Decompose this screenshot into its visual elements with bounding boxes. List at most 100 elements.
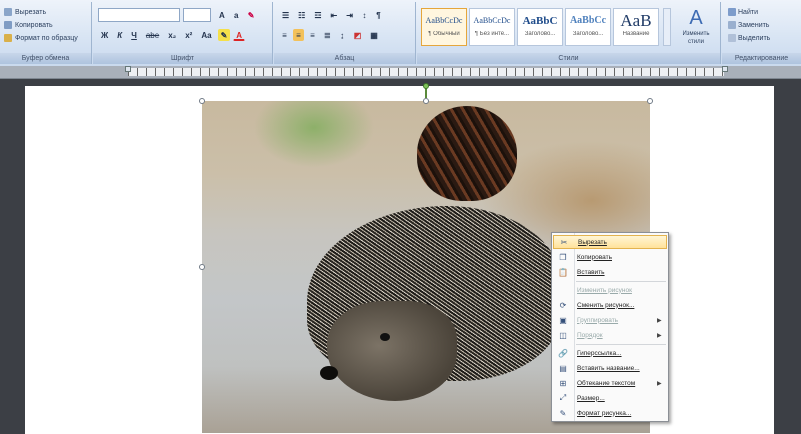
bold-button[interactable]: Ж bbox=[98, 29, 111, 41]
clipboard-group: Вырезать Копировать Формат по образцу Бу… bbox=[0, 2, 92, 64]
underline-button[interactable]: Ч bbox=[128, 29, 140, 41]
context-menu-item-label: Гиперссылка... bbox=[577, 349, 622, 357]
show-marks-button[interactable]: ¶ bbox=[373, 9, 384, 21]
grow-font-button[interactable]: A bbox=[216, 9, 228, 21]
align-center-button[interactable]: ≡ bbox=[293, 29, 304, 41]
font-name-field[interactable] bbox=[98, 8, 180, 22]
select-button[interactable]: Выделить bbox=[728, 32, 799, 44]
paragraph-group-label: Абзац bbox=[274, 53, 415, 64]
numbering-button[interactable]: ☷ bbox=[295, 9, 308, 21]
copy-icon: ❐ bbox=[559, 252, 567, 262]
change-styles-button[interactable]: A Изменить стили bbox=[675, 6, 717, 50]
line-spacing-button[interactable]: ↨ bbox=[337, 29, 348, 41]
multilevel-list-button[interactable]: ☲ bbox=[311, 9, 324, 21]
copy-button[interactable]: Копировать bbox=[4, 19, 53, 31]
style-no-spacing[interactable]: AaBbCcDc ¶ Без инте... bbox=[469, 8, 515, 46]
group-icon: ▣ bbox=[559, 315, 567, 325]
italic-button[interactable]: К bbox=[114, 29, 125, 41]
clipboard-group-label: Буфер обмена bbox=[0, 53, 91, 64]
align-left-button[interactable]: ≡ bbox=[279, 29, 290, 41]
context-menu: ✂ Вырезать ❐ Копировать 📋 Вставить Изменить ри… bbox=[551, 232, 669, 422]
style-normal[interactable]: AaBbCcDc ¶ Обычный bbox=[421, 8, 467, 46]
strikethrough-button[interactable]: abe bbox=[143, 29, 162, 41]
hedgehog-nose bbox=[320, 366, 338, 380]
cut-icon bbox=[4, 8, 12, 16]
submenu-arrow-icon: ▶ bbox=[657, 332, 662, 339]
resize-handle-top[interactable] bbox=[423, 98, 429, 104]
context-menu-item-paste[interactable]: 📋 Вставить bbox=[553, 265, 667, 279]
shading-button[interactable]: ◩ bbox=[351, 29, 365, 41]
resize-handle-top-right[interactable] bbox=[647, 98, 653, 104]
context-menu-item-label: Формат рисунка... bbox=[577, 409, 632, 417]
sort-icon: ↕ bbox=[362, 11, 367, 20]
horizontal-ruler[interactable] bbox=[0, 66, 801, 79]
bullets-button[interactable]: ☰ bbox=[279, 9, 292, 21]
justify-icon: ≣ bbox=[324, 31, 331, 40]
editing-group: Найти Заменить Выделить Редактирование bbox=[722, 2, 801, 64]
increase-indent-icon: ⇥ bbox=[346, 11, 353, 20]
size-icon: ⤢ bbox=[559, 393, 567, 402]
change-case-button[interactable]: Aa bbox=[198, 29, 214, 41]
format-painter-icon bbox=[4, 34, 12, 42]
borders-button[interactable]: ▦ bbox=[367, 29, 381, 41]
context-menu-item-copy[interactable]: ❐ Копировать bbox=[553, 250, 667, 264]
context-menu-item-change-picture[interactable]: ⟳ Сменить рисунок... bbox=[553, 298, 667, 312]
font-color-button[interactable]: A bbox=[233, 29, 246, 41]
format-painter-button[interactable]: Формат по образцу bbox=[4, 32, 78, 44]
ruler-scale bbox=[128, 68, 724, 76]
context-menu-item-wrap-text[interactable]: ⊞ Обтекание текстом ▶ bbox=[553, 376, 667, 390]
order-icon: ◫ bbox=[559, 330, 567, 340]
context-menu-item-label: Вставить название... bbox=[577, 364, 640, 372]
style-heading-1[interactable]: AaBbC Заголово... bbox=[517, 8, 563, 46]
context-menu-item-order: ◫ Порядок ▶ bbox=[553, 328, 667, 342]
style-title[interactable]: AaB Название bbox=[613, 8, 659, 46]
align-right-button[interactable]: ≡ bbox=[307, 29, 318, 41]
increase-indent-button[interactable]: ⇥ bbox=[343, 9, 356, 21]
justify-button[interactable]: ≣ bbox=[321, 29, 334, 41]
context-menu-item-cut[interactable]: ✂ Вырезать bbox=[553, 235, 667, 249]
context-menu-item-label: Вырезать bbox=[578, 238, 607, 246]
context-menu-item-label: Сменить рисунок... bbox=[577, 301, 635, 309]
find-button[interactable]: Найти bbox=[728, 6, 799, 18]
highlight-color-button[interactable]: ✎ bbox=[217, 29, 231, 41]
paste-icon: 📋 bbox=[558, 267, 568, 277]
paragraph-group: ☰ ☷ ☲ ⇤ ⇥ ↕ ¶ ≡ ≡ ≡ ≣ ↨ ◩ ▦ Абзац bbox=[274, 2, 416, 64]
decrease-indent-button[interactable]: ⇤ bbox=[328, 9, 341, 21]
right-indent-marker[interactable] bbox=[722, 66, 728, 72]
context-menu-item-label: Копировать bbox=[577, 253, 612, 261]
replace-button[interactable]: Заменить bbox=[728, 19, 799, 31]
align-left-icon: ≡ bbox=[282, 31, 287, 40]
subscript-button[interactable]: x₂ bbox=[165, 29, 179, 41]
styles-scroll[interactable] bbox=[663, 8, 671, 46]
context-menu-item-label: Вставить bbox=[577, 268, 605, 276]
context-menu-item-insert-caption[interactable]: ▤ Вставить название... bbox=[553, 361, 667, 375]
context-menu-item-size[interactable]: ⤢ Размер... bbox=[553, 391, 667, 405]
select-icon bbox=[728, 34, 736, 42]
context-menu-item-label: Размер... bbox=[577, 394, 605, 402]
style-heading-2[interactable]: AaBbCc Заголово... bbox=[565, 8, 611, 46]
context-menu-item-hyperlink[interactable]: 🔗 Гиперссылка... bbox=[553, 346, 667, 360]
sort-button[interactable]: ↕ bbox=[359, 9, 370, 21]
resize-handle-left[interactable] bbox=[199, 264, 205, 270]
format-picture-icon: ✎ bbox=[559, 408, 567, 418]
numbering-icon: ☷ bbox=[298, 11, 306, 20]
editing-group-label: Редактирование bbox=[722, 53, 801, 64]
rotate-handle[interactable] bbox=[423, 83, 429, 89]
context-menu-item-format-picture[interactable]: ✎ Формат рисунка... bbox=[553, 406, 667, 420]
hedgehog-eye bbox=[380, 333, 390, 341]
copy-icon bbox=[4, 21, 12, 29]
binoculars-icon bbox=[728, 8, 736, 16]
context-menu-item-label: Порядок bbox=[577, 331, 603, 339]
resize-handle-top-left[interactable] bbox=[199, 98, 205, 104]
shrink-font-button[interactable]: a bbox=[231, 9, 242, 21]
left-indent-marker[interactable] bbox=[125, 66, 131, 72]
caption-icon: ▤ bbox=[559, 363, 567, 373]
submenu-arrow-icon: ▶ bbox=[657, 317, 662, 324]
change-styles-icon: A bbox=[689, 7, 703, 29]
line-spacing-icon: ↨ bbox=[340, 31, 345, 40]
font-size-field[interactable] bbox=[183, 8, 211, 22]
pilcrow-icon: ¶ bbox=[376, 11, 381, 20]
clear-format-button[interactable]: ✎ bbox=[245, 9, 258, 21]
superscript-button[interactable]: x² bbox=[182, 29, 195, 41]
cut-button[interactable]: Вырезать bbox=[4, 6, 46, 18]
